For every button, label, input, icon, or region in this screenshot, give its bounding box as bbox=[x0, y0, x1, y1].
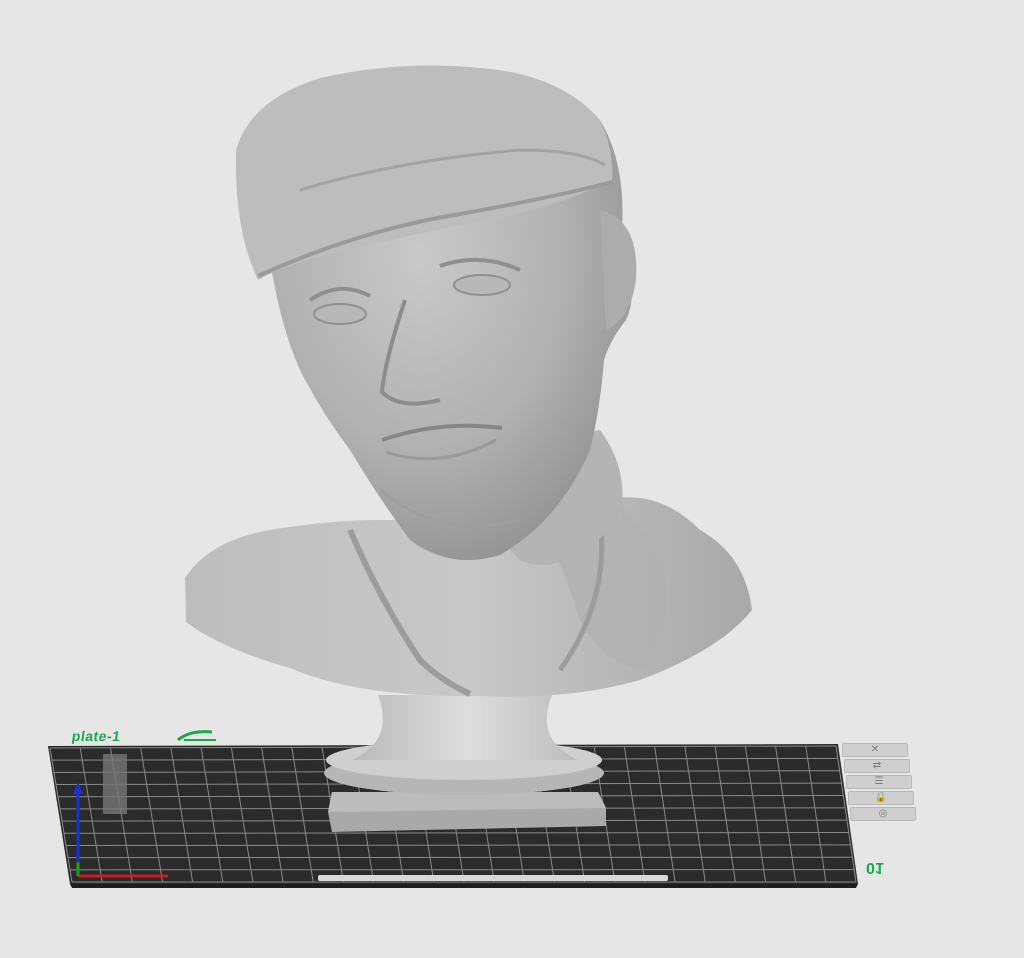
arrange-plate-button[interactable]: ⇄ bbox=[844, 759, 910, 773]
plate-settings-button[interactable]: ◎ bbox=[850, 807, 916, 821]
lock-plate-button[interactable]: 🔒 bbox=[848, 791, 914, 805]
grid-line bbox=[65, 844, 851, 846]
settings-icon: ◎ bbox=[878, 808, 888, 819]
3d-viewport[interactable]: plate-1 ✕ ⇄ ☰ 🔒 ◎ 01 bbox=[0, 0, 1024, 958]
plate-bed-strip bbox=[318, 875, 668, 881]
arrange-icon: ⇄ bbox=[872, 760, 882, 771]
plate-number-label: 01 bbox=[866, 859, 884, 876]
orient-plate-button[interactable]: ☰ bbox=[846, 775, 912, 789]
edit-plate-name-icon[interactable] bbox=[176, 728, 218, 742]
orient-icon: ☰ bbox=[874, 776, 884, 787]
plate-name-label: plate-1 bbox=[70, 728, 122, 744]
model-bust[interactable] bbox=[185, 65, 752, 832]
lock-icon: 🔒 bbox=[874, 792, 888, 803]
plate-toolbar: ✕ ⇄ ☰ 🔒 ◎ bbox=[838, 743, 922, 825]
remove-plate-button[interactable]: ✕ bbox=[842, 743, 908, 757]
plate-logo bbox=[103, 754, 127, 814]
remove-plate-icon: ✕ bbox=[870, 744, 880, 755]
